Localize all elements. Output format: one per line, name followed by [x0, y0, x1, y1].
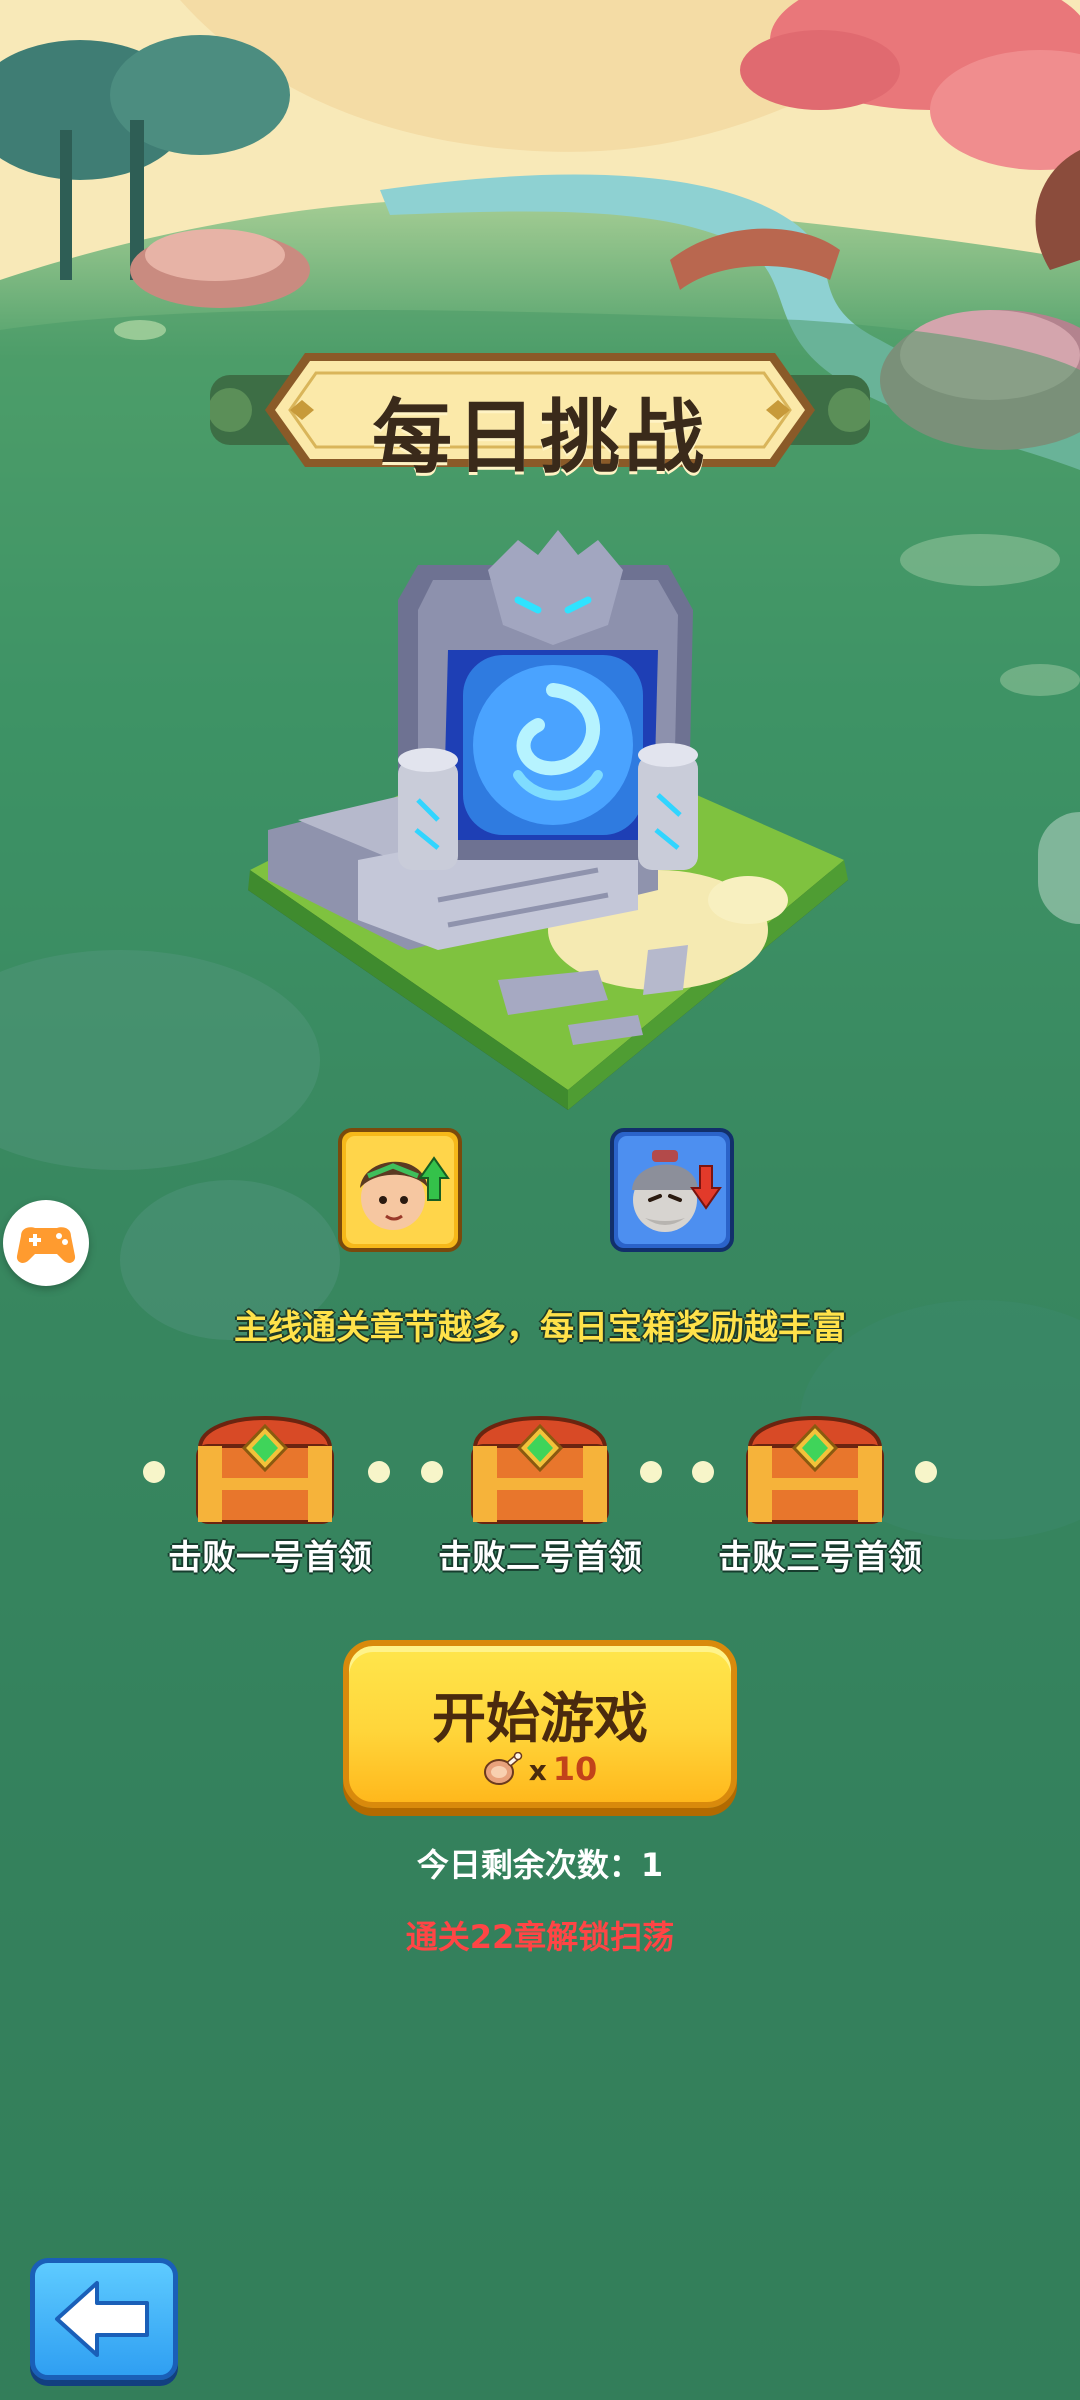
chest-3[interactable]	[740, 1398, 890, 1528]
portal-icon	[248, 530, 848, 1110]
title-banner: 每日挑战	[210, 345, 870, 484]
treasure-chest-icon	[746, 1416, 884, 1524]
hero-up-icon	[338, 1128, 462, 1252]
cost-multiplier: x	[528, 1754, 547, 1787]
progress-dot	[421, 1461, 443, 1483]
progress-dot	[692, 1461, 714, 1483]
treasure-chest-icon	[196, 1416, 334, 1524]
progress-dot	[143, 1461, 165, 1483]
chest-label: 击败二号首领	[438, 1538, 642, 1578]
hero-boost-button[interactable]	[338, 1128, 462, 1252]
remaining-attempts: 今日剩余次数：1	[416, 1846, 664, 1884]
chest-1[interactable]	[190, 1398, 340, 1528]
cost-value: 10	[552, 1750, 598, 1788]
start-game-label: 开始游戏	[432, 1687, 648, 1750]
sweep-unlock-hint: 通关22章解锁扫荡	[405, 1918, 675, 1956]
chest-label: 击败一号首领	[168, 1538, 372, 1578]
progress-dot	[368, 1461, 390, 1483]
meat-stamina-icon	[483, 1751, 523, 1786]
start-cost: x 10	[349, 1750, 731, 1788]
progress-dot	[915, 1461, 937, 1483]
start-game-button[interactable]: 开始游戏 x 10	[343, 1640, 737, 1808]
chest-label: 击败三号首领	[718, 1538, 922, 1578]
arrow-left-icon	[55, 2281, 149, 2357]
back-button[interactable]	[30, 2258, 178, 2380]
progress-dot	[640, 1461, 662, 1483]
boss-weaken-button[interactable]	[610, 1128, 734, 1252]
portal-illustration	[238, 530, 858, 1130]
gamepad-icon	[16, 1227, 76, 1263]
chest-2[interactable]	[465, 1398, 615, 1528]
treasure-chest-icon	[471, 1416, 609, 1524]
boss-down-icon	[610, 1128, 734, 1252]
reward-hint: 主线通关章节越多，每日宝箱奖励越丰富	[234, 1308, 846, 1348]
page-title: 每日挑战	[372, 391, 708, 484]
game-assistant-button[interactable]	[3, 1200, 89, 1286]
